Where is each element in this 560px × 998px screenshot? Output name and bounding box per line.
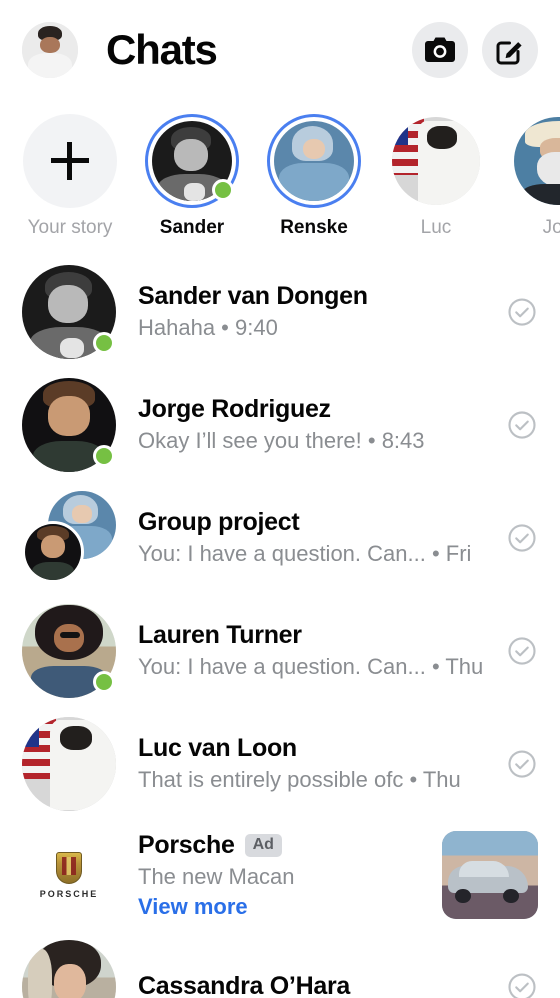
profile-avatar[interactable] [22,22,78,78]
compose-button[interactable] [482,22,538,78]
chat-row-group-project[interactable]: Group project You: I have a question. Ca… [0,481,560,594]
chat-row-sander-van-dongen[interactable]: Sander van Dongen Hahaha • 9:40 [0,255,560,368]
ad-badge: Ad [244,834,282,857]
chat-preview: You: I have a question. Can... • Thu [138,655,484,680]
avatar [22,377,116,472]
stories-row[interactable]: Your story Sander Renske Luc Jo [0,100,560,255]
seen-check-icon [508,410,536,439]
chat-row-jorge-rodriguez[interactable]: Jorge Rodriguez Okay I’ll see you there!… [0,368,560,481]
story-label: Sander [159,217,225,238]
seen-check-icon [508,523,536,552]
seen-check-icon [508,297,536,326]
ad-title-line: Porsche Ad [138,831,442,860]
chat-preview: Okay I’ll see you there! • 8:43 [138,429,425,454]
chat-preview: Hahaha • 9:40 [138,316,278,341]
camera-icon [425,37,455,62]
ad-text: Porsche Ad The new Macan View more [138,831,442,919]
online-indicator [93,331,115,354]
chat-row-lauren-turner[interactable]: Lauren Turner You: I have a question. Ca… [0,594,560,707]
story-label: Renske [280,217,348,238]
chat-row-text: Jorge Rodriguez Okay I’ll see you there!… [138,396,492,454]
seen-check-icon [508,636,536,665]
story-luc[interactable]: Luc [388,114,484,237]
chat-name: Lauren Turner [138,621,302,649]
online-indicator [93,444,115,467]
online-indicator [212,179,234,201]
message-status [506,409,538,441]
avatar [22,716,116,811]
avatar [22,264,116,359]
chat-preview: You: I have a question. Can... • Fri [138,542,472,567]
message-status [506,971,538,998]
chat-row-cassandra-ohara[interactable]: Cassandra O’Hara [0,930,560,998]
avatar [22,603,116,698]
add-story-button[interactable] [23,114,117,208]
chat-name: Jorge Rodriguez [138,395,331,423]
ad-subtitle: The new Macan [138,864,295,890]
app-header: Chats [0,0,560,100]
chat-row-text: Lauren Turner You: I have a question. Ca… [138,622,492,680]
story-avatar [392,117,480,205]
story-your-story[interactable]: Your story [22,114,118,237]
story-avatar [274,121,354,201]
camera-button[interactable] [412,22,468,78]
story-label: Joh [542,217,560,238]
chat-list: Sander van Dongen Hahaha • 9:40 Jorge Ro… [0,255,560,998]
chat-row-text: Sander van Dongen Hahaha • 9:40 [138,283,492,341]
story-ring-unseen [145,114,239,208]
story-label: Luc [420,217,452,238]
story-label: Your story [27,217,113,238]
ad-brand: Porsche [138,831,235,860]
group-avatar [22,490,116,585]
message-status [506,522,538,554]
story-sander[interactable]: Sander [144,114,240,237]
story-ring-unseen [267,114,361,208]
compose-icon [496,41,522,65]
porsche-logo: PORSCHE [22,828,116,922]
chat-row-text: Cassandra O’Hara [138,973,492,998]
chat-name: Sander van Dongen [138,282,368,310]
story-ring-seen [511,114,560,208]
chat-row-text: Luc van Loon That is entirely possible o… [138,735,492,793]
chat-name: Cassandra O’Hara [138,972,350,998]
online-indicator [93,670,115,693]
ad-thumbnail[interactable] [442,831,538,919]
seen-check-icon [508,749,536,778]
message-status [506,635,538,667]
sponsored-ad-row[interactable]: PORSCHE Porsche Ad The new Macan View mo… [0,820,560,930]
chat-name: Group project [138,508,300,536]
message-status [506,296,538,328]
chat-row-luc-van-loon[interactable]: Luc van Loon That is entirely possible o… [0,707,560,820]
porsche-wordmark: PORSCHE [39,888,99,899]
story-john[interactable]: Joh [510,114,560,237]
avatar [22,939,116,998]
chat-name: Luc van Loon [138,734,297,762]
messenger-chats-screen: Chats Your story Sander Renske Luc Jo Sa… [0,0,560,998]
plus-icon [51,142,89,180]
chat-preview: That is entirely possible ofc • Thu [138,768,461,793]
message-status [506,748,538,780]
story-renske[interactable]: Renske [266,114,362,237]
group-avatar-primary [22,520,84,583]
ad-view-more-link[interactable]: View more [138,894,442,919]
seen-check-icon [508,972,536,998]
porsche-crest-icon [56,851,82,884]
story-avatar [514,117,560,205]
page-title: Chats [106,26,218,73]
chat-row-text: Group project You: I have a question. Ca… [138,509,492,567]
story-ring-seen [389,114,483,208]
